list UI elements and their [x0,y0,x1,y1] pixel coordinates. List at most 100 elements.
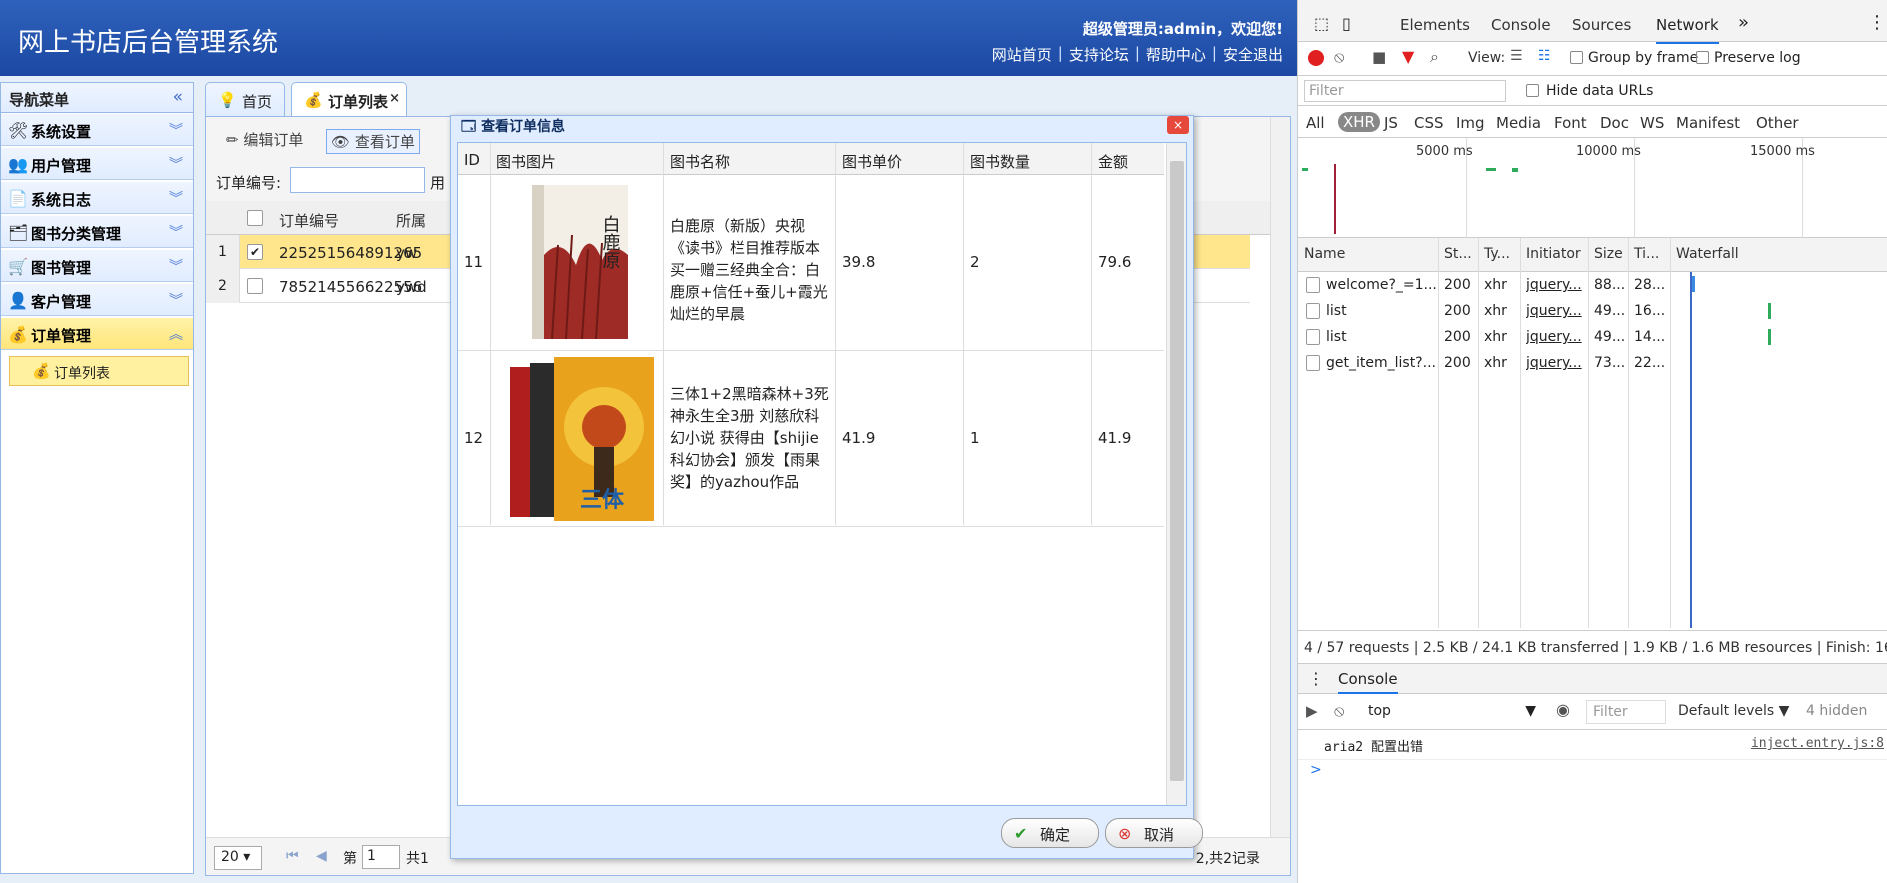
column-header-name[interactable]: Name [1304,246,1345,262]
inspect-icon[interactable]: ⬚ [1314,14,1329,33]
clear-icon[interactable]: ⦸ [1334,47,1344,67]
row-checkbox[interactable] [247,278,263,294]
link-help[interactable]: 帮助中心 [1146,44,1206,65]
sidebar-toggle-icon[interactable]: ▶ [1306,702,1318,720]
link-forum[interactable]: 支持论坛 [1069,44,1129,65]
tab-elements[interactable]: Elements [1400,16,1470,34]
record-icon[interactable] [1308,50,1324,66]
nav-subitem-order-list[interactable]: 💰 订单列表 [9,356,189,386]
request-name: list [1326,303,1347,319]
chevron-down-icon: ︾ [169,123,183,139]
tab-order-list[interactable]: 💰 订单列表 × [291,82,407,116]
search-icon[interactable]: ⌕ [1430,47,1439,67]
network-summary: 4 / 57 requests | 2.5 KB / 24.1 KB trans… [1298,630,1887,664]
request-initiator[interactable]: jquery... [1526,355,1582,371]
list-view-icon[interactable]: ☰ [1510,48,1523,64]
detail-row: 11 白鹿原 白鹿原（新版）央视《读书》栏目推荐版本 买一赠三经典全合：白鹿原+… [458,175,1164,351]
cancel-button[interactable]: ⊗ 取消 [1105,818,1203,848]
type-all[interactable]: All [1306,114,1325,132]
page-size-select[interactable]: 20 ▾ [214,846,262,870]
cover-title: 三体 [580,488,625,513]
column-header-waterfall[interactable]: Waterfall [1676,246,1739,262]
select-all-checkbox[interactable] [247,210,263,226]
tab-console[interactable]: Console [1491,16,1551,34]
drawer-menu-icon[interactable]: ⋮ [1308,669,1324,688]
type-js[interactable]: JS [1384,114,1398,132]
nav-item-order-management[interactable]: 💰 订单管理 ︽ [1,318,193,350]
eye-icon[interactable]: ◉ [1556,700,1570,719]
close-icon[interactable]: × [1167,116,1189,134]
preserve-log-checkbox[interactable] [1696,51,1709,64]
column-header-initiator[interactable]: Initiator [1526,246,1581,262]
dialog-scrollbar[interactable] [1166,143,1186,805]
log-source-link[interactable]: inject.entry.js:8 [1751,736,1884,751]
request-row[interactable]: list 200 xhr jquery... 49... 14... [1298,324,1887,350]
type-media[interactable]: Media [1496,114,1541,132]
column-header-time[interactable]: Ti... [1634,246,1659,262]
type-xhr[interactable]: XHR [1338,112,1380,132]
request-initiator[interactable]: jquery... [1526,329,1582,345]
grid-scrollbar[interactable] [1270,117,1290,857]
column-header-size[interactable]: Size [1594,246,1623,262]
column-header-type[interactable]: Ty... [1484,246,1510,262]
cart-icon: 🛒 [8,257,28,276]
drawer-tab-console[interactable]: Console [1338,670,1398,694]
type-img[interactable]: Img [1456,114,1485,132]
console-filter-input[interactable]: Filter [1586,700,1666,724]
request-row[interactable]: get_item_list?... 200 xhr jquery... 73..… [1298,350,1887,376]
type-css[interactable]: CSS [1414,114,1444,132]
tab-home[interactable]: 💡 首页 [205,82,285,116]
device-toggle-icon[interactable]: ▯ [1342,14,1351,33]
type-doc[interactable]: Doc [1600,114,1629,132]
type-ws[interactable]: WS [1640,114,1664,132]
link-logout[interactable]: 安全退出 [1223,44,1283,65]
dialog-title: 🗔 查看订单信息 [461,119,566,135]
type-font[interactable]: Font [1554,114,1587,132]
chevron-down-icon: ︾ [169,293,183,309]
row-checkbox[interactable]: ✔ [247,244,263,260]
type-other[interactable]: Other [1756,114,1799,132]
request-row[interactable]: list 200 xhr jquery... 49... 16... [1298,298,1887,324]
hide-data-urls-checkbox[interactable] [1526,84,1539,97]
context-select[interactable]: top ▼ [1362,700,1542,724]
filter-input[interactable]: Filter [1304,80,1506,102]
tab-sources[interactable]: Sources [1572,16,1631,34]
nav-item-category-management[interactable]: 🗂 图书分类管理 ︾ [1,216,193,248]
admin-app: 网上书店后台管理系统 超级管理员:admin，欢迎您! 网站首页 | 支持论坛 … [0,0,1297,883]
group-by-frame-checkbox[interactable] [1570,51,1583,64]
more-tabs-icon[interactable]: » [1738,12,1749,33]
close-icon[interactable]: × [389,91,400,106]
first-page-icon[interactable]: ⏮ [286,848,299,864]
request-row[interactable]: welcome?_=1... 200 xhr jquery... 88... 2… [1298,272,1887,298]
request-initiator[interactable]: jquery... [1526,303,1582,319]
page-input[interactable]: 1 [362,845,400,869]
filter-icon[interactable]: ▼ [1402,47,1414,66]
waterfall-view-icon[interactable]: ☷ [1538,48,1551,64]
confirm-button[interactable]: ✔ 确定 [1001,818,1099,848]
scrollbar-thumb[interactable] [1170,161,1184,781]
console-output: aria2 配置出错 inject.entry.js:8 [1298,730,1887,760]
nav-item-book-management[interactable]: 🛒 图书管理 ︾ [1,250,193,282]
nav-item-system-log[interactable]: 📄 系统日志 ︾ [1,182,193,214]
menu-icon[interactable]: ⋮ [1868,12,1886,33]
link-separator: | [1211,44,1217,62]
collapse-icon[interactable]: « [173,87,183,107]
column-header-status[interactable]: St... [1444,246,1472,262]
requests-table-header: Name St... Ty... Initiator Size Ti... Wa… [1298,238,1887,272]
order-no-input[interactable] [290,167,425,193]
type-manifest[interactable]: Manifest [1676,114,1740,132]
nav-item-system-settings[interactable]: 🛠 系统设置 ︾ [1,114,193,146]
cancel-label: 取消 [1144,826,1175,844]
view-order-button[interactable]: 👁 查看订单 [326,129,420,154]
clear-console-icon[interactable]: ⦸ [1334,701,1344,721]
console-prompt[interactable]: > [1310,762,1322,778]
link-home[interactable]: 网站首页 [992,44,1052,65]
request-initiator[interactable]: jquery... [1526,277,1582,293]
tab-network[interactable]: Network [1656,16,1719,44]
edit-order-button[interactable]: ✏ 编辑订单 [226,129,303,150]
log-levels-select[interactable]: Default levels ▼ [1678,703,1789,719]
prev-page-icon[interactable]: ◀ [316,848,327,864]
nav-item-user-management[interactable]: 👥 用户管理 ︾ [1,148,193,180]
camera-icon[interactable]: ■ [1372,48,1386,66]
nav-item-customer-management[interactable]: 👤 客户管理 ︾ [1,284,193,316]
